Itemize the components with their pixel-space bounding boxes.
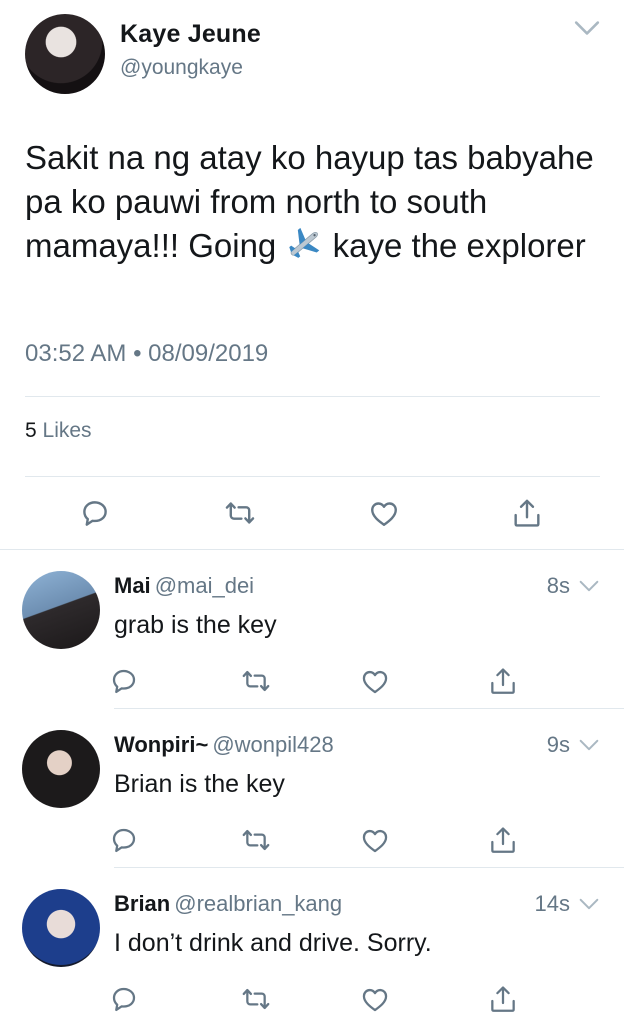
like-icon[interactable] [359, 665, 391, 697]
divider [25, 396, 600, 397]
reply-author-name[interactable]: Wonpiri~ [114, 732, 208, 757]
chevron-down-icon[interactable] [579, 737, 599, 753]
reply-text: grab is the key [114, 611, 277, 639]
tweet-text: Sakit na ng atay ko hayup tas babyahe pa… [25, 136, 605, 268]
avatar[interactable] [22, 730, 100, 808]
reply-tweet[interactable]: Brian @realbrian_kang 14s I don’t drink a… [0, 868, 624, 1024]
main-tweet: Kaye Jeune @youngkaye Sakit na ng atay k… [0, 0, 624, 550]
reply-icon[interactable] [108, 665, 140, 697]
likes-label: Likes [36, 419, 92, 442]
reply-time: 9s [546, 732, 570, 757]
like-icon[interactable] [367, 496, 401, 530]
chevron-down-icon[interactable] [579, 896, 599, 912]
reply-author-name[interactable]: Brian [114, 891, 170, 916]
retweet-icon[interactable] [240, 665, 272, 697]
share-icon[interactable] [510, 496, 544, 530]
reply-author-handle[interactable]: @wonpil428 [212, 732, 333, 757]
avatar[interactable] [22, 571, 100, 649]
likes-number: 5 [25, 419, 37, 442]
chevron-down-icon[interactable] [579, 578, 599, 594]
reply-icon[interactable] [108, 824, 140, 856]
avatar[interactable] [22, 889, 100, 967]
share-icon[interactable] [487, 824, 519, 856]
author-name[interactable]: Kaye Jeune [120, 20, 261, 49]
avatar[interactable] [25, 14, 105, 94]
retweet-icon[interactable] [240, 983, 272, 1015]
likes-count[interactable]: 5 Likes [25, 419, 92, 443]
retweet-icon[interactable] [240, 824, 272, 856]
chevron-down-icon[interactable] [574, 18, 600, 38]
reply-text: I don’t drink and drive. Sorry. [114, 929, 432, 957]
retweet-icon[interactable] [223, 496, 257, 530]
tweet-text-end: kaye the explorer [323, 227, 586, 264]
author-handle[interactable]: @youngkaye [120, 56, 243, 80]
reply-author-handle[interactable]: @realbrian_kang [174, 891, 342, 916]
divider [25, 476, 600, 477]
reply-header: Mai @mai_dei [114, 573, 254, 599]
reply-icon[interactable] [108, 983, 140, 1015]
reply-time: 14s [534, 891, 570, 916]
reply-icon[interactable] [78, 496, 112, 530]
reply-tweet[interactable]: Wonpiri~ @wonpil428 9s Brian is the key [0, 709, 624, 867]
reply-header: Wonpiri~ @wonpil428 [114, 732, 334, 758]
reply-tweet[interactable]: Mai @mai_dei 8s grab is the key [0, 550, 624, 708]
reply-text: Brian is the key [114, 770, 285, 798]
like-icon[interactable] [359, 824, 391, 856]
reply-author-handle[interactable]: @mai_dei [155, 573, 254, 598]
share-icon[interactable] [487, 983, 519, 1015]
airplane-icon [285, 225, 323, 263]
share-icon[interactable] [487, 665, 519, 697]
reply-time: 8s [546, 573, 570, 598]
like-icon[interactable] [359, 983, 391, 1015]
reply-header: Brian @realbrian_kang [114, 891, 342, 917]
reply-author-name[interactable]: Mai [114, 573, 151, 598]
tweet-timestamp[interactable]: 03:52 AM • 08/09/2019 [25, 340, 268, 368]
